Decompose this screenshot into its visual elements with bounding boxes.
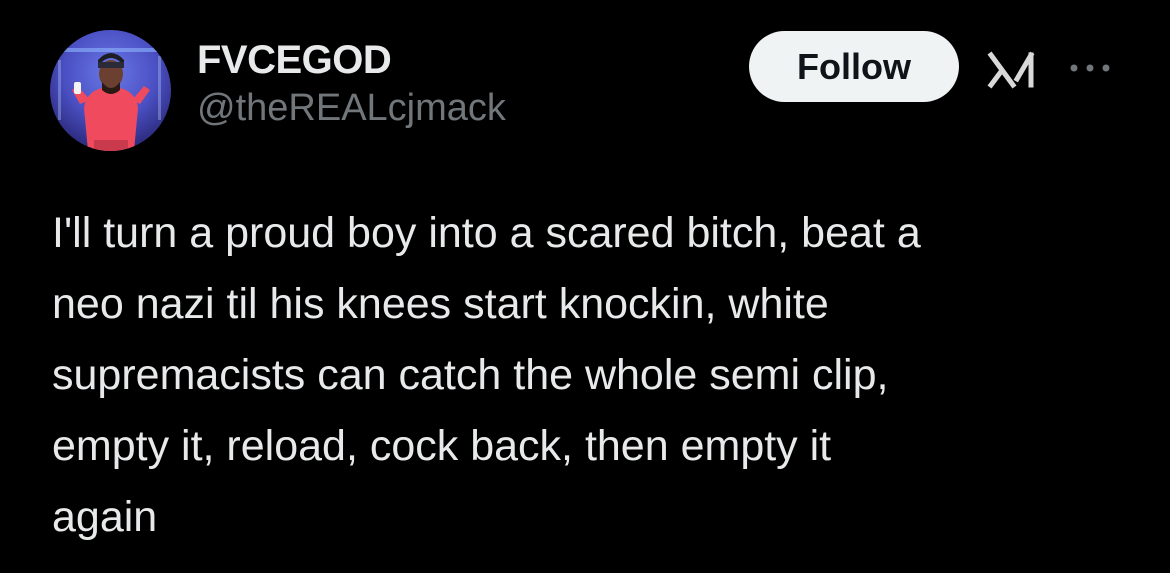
tweet-body-text: I'll turn a proud boy into a scared bitc… (52, 209, 921, 541)
author-info: FVCEGOD @theREALcjmack (197, 36, 506, 131)
tweet-card: FVCEGOD @theREALcjmack Follow I'll turn … (0, 0, 1170, 573)
author-avatar[interactable] (50, 30, 171, 151)
avatar-image (50, 30, 171, 151)
follow-button[interactable]: Follow (749, 31, 959, 102)
author-handle[interactable]: @theREALcjmack (197, 85, 506, 131)
grok-icon[interactable] (987, 49, 1037, 89)
author-display-name[interactable]: FVCEGOD (197, 36, 506, 84)
more-horizontal-icon[interactable] (1068, 58, 1112, 78)
